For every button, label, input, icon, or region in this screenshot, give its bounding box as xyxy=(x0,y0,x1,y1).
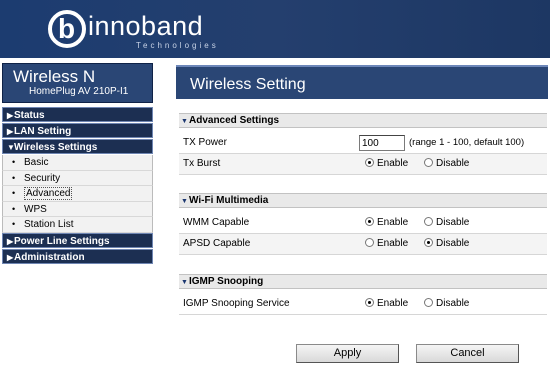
radio-unselected-icon xyxy=(424,217,433,226)
bullet-icon: • xyxy=(12,219,16,229)
page-title: Wireless Setting xyxy=(190,76,306,93)
nav-status[interactable]: ▶Status xyxy=(2,107,153,122)
tx-burst-enable-radio[interactable]: Enable xyxy=(365,158,408,170)
cancel-button[interactable]: Cancel xyxy=(416,344,519,363)
logo-glyph: b xyxy=(58,13,76,44)
caret-down-icon: ▼ xyxy=(181,118,188,125)
radio-label: Disable xyxy=(436,158,470,169)
row-tx-burst: Tx Burst Enable Disable xyxy=(179,154,547,175)
igmp-enable-radio[interactable]: Enable xyxy=(365,298,408,310)
nav-powerline-label: Power Line Settings xyxy=(14,235,110,247)
section-wmm-label: Wi-Fi Multimedia xyxy=(189,195,269,206)
bullet-icon: • xyxy=(12,157,16,167)
radio-selected-icon xyxy=(365,158,374,167)
nav-item-label: WPS xyxy=(24,203,47,215)
apsd-disable-radio[interactable]: Disable xyxy=(424,238,469,250)
wmm-disable-radio[interactable]: Disable xyxy=(424,217,469,229)
section-igmp-snooping: ▼IGMP Snooping xyxy=(179,274,547,289)
apply-button[interactable]: Apply xyxy=(296,344,399,363)
nav-item-basic[interactable]: • Basic xyxy=(2,155,153,171)
apsd-capable-label: APSD Capable xyxy=(183,238,251,249)
caret-right-icon: ▶ xyxy=(7,236,14,246)
section-advanced-settings: ▼Advanced Settings xyxy=(179,113,547,128)
radio-label: Disable xyxy=(436,217,470,228)
page-title-bar: Wireless Setting xyxy=(176,65,548,99)
radio-selected-icon xyxy=(365,217,374,226)
row-tx-power: TX Power (range 1 - 100, default 100) xyxy=(179,133,547,154)
nav-item-advanced[interactable]: • Advanced xyxy=(2,186,153,202)
nav-lan-setting[interactable]: ▶LAN Setting xyxy=(2,123,153,138)
nav-wireless-label: Wireless Settings xyxy=(14,142,98,153)
wmm-enable-radio[interactable]: Enable xyxy=(365,217,408,229)
nav-item-label: Security xyxy=(24,172,61,184)
nav-item-security[interactable]: • Security xyxy=(2,170,153,186)
igmp-service-label: IGMP Snooping Service xyxy=(183,298,290,309)
nav-item-label: Advanced xyxy=(24,187,73,200)
bullet-icon: • xyxy=(12,188,16,198)
nav-wireless-settings[interactable]: ▼Wireless Settings xyxy=(2,139,153,154)
nav-item-label: Basic xyxy=(24,157,49,168)
radio-label: Enable xyxy=(377,217,409,228)
caret-down-icon: ▼ xyxy=(181,198,188,205)
wmm-capable-label: WMM Capable xyxy=(183,217,250,228)
brand-name: innoband xyxy=(88,11,204,41)
row-igmp-service: IGMP Snooping Service Enable Disable xyxy=(179,294,547,315)
product-model: HomePlug AV 210P-I1 xyxy=(29,86,129,97)
brand-tagline: Technologies xyxy=(136,41,219,50)
nav-administration[interactable]: ▶Administration xyxy=(2,248,153,264)
tx-power-label: TX Power xyxy=(183,137,227,148)
nav-item-station-list[interactable]: • Station List xyxy=(2,217,153,233)
nav-item-label: Station List xyxy=(24,219,74,230)
nav-power-line-settings[interactable]: ▶Power Line Settings xyxy=(2,232,153,248)
sidebar-nav: ▶Status ▶LAN Setting ▼Wireless Settings … xyxy=(2,107,153,265)
tx-power-hint: (range 1 - 100, default 100) xyxy=(409,137,525,148)
section-igmp-label: IGMP Snooping xyxy=(189,276,264,287)
section-advanced-label: Advanced Settings xyxy=(189,115,280,126)
radio-label: Enable xyxy=(377,158,409,169)
radio-unselected-icon xyxy=(424,298,433,307)
nav-lan-label: LAN Setting xyxy=(14,126,72,137)
tx-power-input[interactable] xyxy=(359,135,405,151)
row-apsd-capable: APSD Capable Enable Disable xyxy=(179,234,547,255)
tx-burst-disable-radio[interactable]: Disable xyxy=(424,158,469,170)
caret-right-icon: ▶ xyxy=(7,252,14,262)
section-wifi-multimedia: ▼Wi-Fi Multimedia xyxy=(179,193,547,208)
radio-label: Disable xyxy=(436,298,470,309)
radio-label: Enable xyxy=(377,238,409,249)
caret-down-icon: ▼ xyxy=(181,279,188,286)
radio-unselected-icon xyxy=(424,158,433,167)
nav-admin-label: Administration xyxy=(14,251,85,263)
bullet-icon: • xyxy=(12,172,16,183)
tx-burst-label: Tx Burst xyxy=(183,158,221,169)
radio-unselected-icon xyxy=(365,238,374,247)
nav-item-wps[interactable]: • WPS xyxy=(2,201,153,217)
header-banner: b innoband Technologies xyxy=(0,0,550,58)
radio-label: Disable xyxy=(436,238,470,249)
bullet-icon: • xyxy=(12,203,16,214)
igmp-disable-radio[interactable]: Disable xyxy=(424,298,469,310)
radio-label: Enable xyxy=(377,298,409,309)
product-banner: Wireless N HomePlug AV 210P-I1 xyxy=(2,63,153,103)
logo-circle-icon: b xyxy=(48,10,86,48)
row-wmm-capable: WMM Capable Enable Disable xyxy=(179,213,547,234)
radio-selected-icon xyxy=(424,238,433,247)
product-title: Wireless N xyxy=(13,67,96,86)
apsd-enable-radio[interactable]: Enable xyxy=(365,238,408,250)
caret-down-icon: ▼ xyxy=(7,143,15,152)
caret-right-icon: ▶ xyxy=(7,111,14,120)
caret-right-icon: ▶ xyxy=(7,127,14,136)
nav-status-label: Status xyxy=(14,110,45,121)
radio-selected-icon xyxy=(365,298,374,307)
